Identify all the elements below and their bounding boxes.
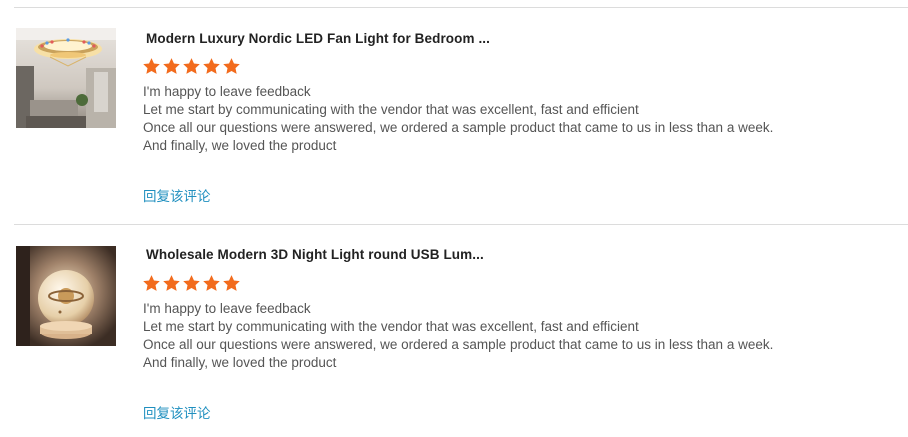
product-thumbnail[interactable] [16, 246, 116, 346]
star-icon [163, 58, 180, 74]
review-text: I'm happy to leave feedback Let me start… [143, 83, 863, 155]
star-icon [183, 275, 200, 291]
product-title[interactable]: Wholesale Modern 3D Night Light round US… [146, 247, 484, 262]
review-line: And finally, we loved the product [143, 138, 337, 153]
star-icon [223, 58, 240, 74]
review-item-night-light: Wholesale Modern 3D Night Light round US… [0, 217, 908, 422]
review-item-fan-light: Modern Luxury Nordic LED Fan Light for B… [0, 0, 908, 205]
rating-stars [142, 274, 241, 293]
review-line: Once all our questions were answered, we… [143, 337, 774, 352]
reply-to-review-link[interactable]: 回复该评论 [143, 185, 211, 205]
product-thumbnail[interactable] [16, 28, 116, 128]
star-icon [143, 275, 160, 291]
star-icon [203, 275, 220, 291]
review-line: I'm happy to leave feedback [143, 301, 311, 316]
review-line: Once all our questions were answered, we… [143, 120, 774, 135]
reply-to-review-link[interactable]: 回复该评论 [143, 402, 211, 422]
rating-stars [142, 57, 241, 76]
review-line: And finally, we loved the product [143, 355, 337, 370]
review-text: I'm happy to leave feedback Let me start… [143, 300, 863, 372]
star-icon [223, 275, 240, 291]
review-line: Let me start by communicating with the v… [143, 319, 639, 334]
review-line: I'm happy to leave feedback [143, 84, 311, 99]
star-icon [163, 275, 180, 291]
review-line: Let me start by communicating with the v… [143, 102, 639, 117]
star-icon [183, 58, 200, 74]
star-icon [203, 58, 220, 74]
product-title[interactable]: Modern Luxury Nordic LED Fan Light for B… [146, 31, 490, 46]
star-icon [143, 58, 160, 74]
